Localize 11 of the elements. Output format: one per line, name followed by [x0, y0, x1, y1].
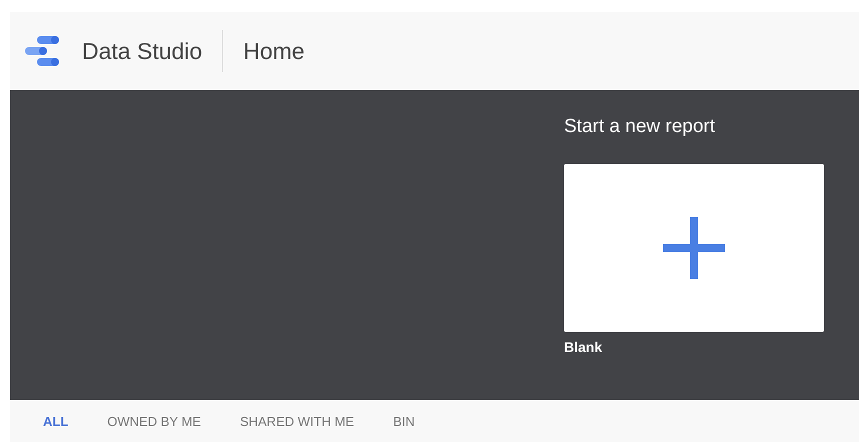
filter-tab[interactable]: BIN [393, 414, 415, 428]
section-title: Start a new report [564, 116, 716, 138]
template-label: Blank [564, 339, 604, 355]
template-card[interactable] [564, 164, 824, 332]
filter-tab[interactable]: SHARED WITH ME [240, 414, 354, 428]
plus-icon [663, 217, 725, 279]
filter-tab[interactable]: OWNED BY ME [107, 414, 201, 428]
logo-icon [25, 34, 61, 68]
product-name: Data Studio [82, 38, 202, 64]
page-title: Home [243, 38, 305, 64]
filter-tab[interactable]: ALL [43, 414, 68, 428]
